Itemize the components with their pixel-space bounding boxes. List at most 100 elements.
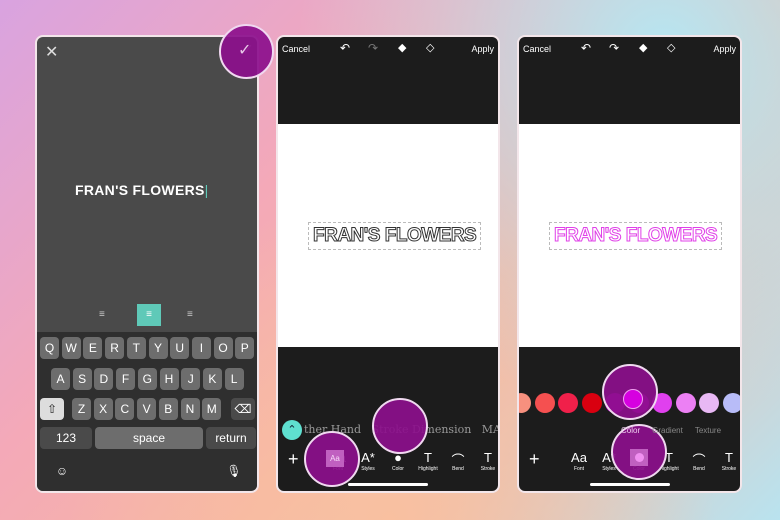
cancel-button[interactable]: Cancel bbox=[282, 44, 310, 54]
tool-label: Stroke bbox=[480, 466, 496, 472]
key-p[interactable]: P bbox=[235, 337, 255, 359]
key-j[interactable]: J bbox=[181, 368, 201, 390]
eraser-icon[interactable]: ◆ bbox=[639, 41, 647, 54]
color-tabs: Color Gradient Texture bbox=[621, 426, 740, 435]
undo-icon[interactable]: ↶ bbox=[581, 41, 591, 55]
key-d[interactable]: D bbox=[94, 368, 114, 390]
color-swatch[interactable] bbox=[519, 393, 531, 413]
font-icon-selected: Aa bbox=[326, 450, 344, 467]
tap-highlight bbox=[372, 398, 428, 454]
check-icon-highlighted: ✓ bbox=[238, 42, 252, 59]
key-n[interactable]: N bbox=[180, 398, 200, 420]
cancel-button[interactable]: Cancel bbox=[523, 44, 551, 54]
key-x[interactable]: X bbox=[93, 398, 113, 420]
backspace-key[interactable]: ⌫ bbox=[231, 398, 255, 420]
align-right-icon[interactable]: ≡ bbox=[187, 309, 193, 320]
text-entry-screen: ✕ ✓ FRAN'S FLOWERS| ≡ ≡ ≡ QWERTYUIOPASDF… bbox=[35, 35, 259, 493]
selected-swatch bbox=[623, 389, 643, 409]
layers-icon[interactable]: ◇ bbox=[426, 41, 434, 54]
key-q[interactable]: Q bbox=[40, 337, 59, 359]
align-center-icon[interactable]: ≡ bbox=[137, 304, 161, 326]
tool-label: Bend bbox=[452, 466, 464, 472]
key-f[interactable]: F bbox=[116, 368, 136, 390]
bend-icon: ⌒ bbox=[451, 453, 465, 468]
text-layer[interactable]: FRAN'S FLOWERS bbox=[549, 222, 723, 250]
text-value: FRAN'S FLOWERS bbox=[75, 182, 205, 198]
key-a[interactable]: A bbox=[51, 368, 70, 390]
key-i[interactable]: I bbox=[191, 337, 211, 359]
shift-key[interactable]: ⇧ bbox=[40, 398, 64, 420]
canvas[interactable]: FRAN'S FLOWERS bbox=[278, 124, 498, 347]
key-t[interactable]: T bbox=[126, 337, 146, 359]
tool-bend[interactable]: ⌒ Bend bbox=[443, 450, 473, 472]
space-key[interactable]: space bbox=[95, 427, 203, 449]
font-icon: Aa bbox=[571, 450, 587, 465]
color-swatch[interactable] bbox=[534, 393, 555, 413]
bend-icon: ⌒ bbox=[692, 453, 706, 468]
stroke-icon: T bbox=[484, 450, 492, 465]
font-option[interactable]: MAIIWS bbox=[482, 423, 498, 436]
tool-highlight[interactable]: T Highlight bbox=[413, 450, 443, 472]
tool-label: Highlight bbox=[418, 466, 438, 472]
text-layer[interactable]: FRAN'S FLOWERS bbox=[308, 222, 482, 250]
apply-button[interactable]: Apply bbox=[713, 44, 736, 54]
key-r[interactable]: R bbox=[105, 337, 125, 359]
keyboard: Q W E R T Y U I O P A S D F G H J K L Z X C V B N M ⇧ ⌫ 123 space retu… bbox=[37, 332, 257, 491]
key-l[interactable]: L bbox=[224, 368, 244, 390]
add-icon[interactable]: + bbox=[529, 449, 540, 470]
color-swatch[interactable] bbox=[722, 393, 740, 413]
highlight-icon: T bbox=[424, 450, 432, 465]
redo-icon[interactable]: ↷ bbox=[609, 41, 619, 55]
undo-icon[interactable]: ↶ bbox=[340, 41, 350, 55]
color-swatch[interactable] bbox=[675, 393, 696, 413]
tab-gradient[interactable]: Gradient bbox=[652, 426, 683, 435]
tool-stroke[interactable]: T Stroke bbox=[714, 450, 740, 472]
microphone-icon[interactable]: 🎙 bbox=[223, 460, 245, 482]
tab-color[interactable]: Color bbox=[621, 426, 640, 435]
tool-label: Styles bbox=[361, 466, 375, 472]
tool-label: Bend bbox=[693, 466, 705, 472]
key-g[interactable]: G bbox=[137, 368, 157, 390]
key-w[interactable]: W bbox=[61, 337, 81, 359]
key-o[interactable]: O bbox=[213, 337, 233, 359]
add-icon[interactable]: + bbox=[288, 449, 299, 470]
tool-stroke[interactable]: T Stroke bbox=[473, 450, 498, 472]
numbers-key[interactable]: 123 bbox=[40, 427, 92, 449]
return-key[interactable]: return bbox=[206, 427, 256, 449]
key-s[interactable]: S bbox=[72, 368, 92, 390]
key-h[interactable]: H bbox=[159, 368, 179, 390]
emoji-icon[interactable]: ☺ bbox=[51, 460, 73, 482]
editor-color-screen: Cancel ↶ ↷ ◆ ◇ Apply FRAN'S FLOWERS Colo… bbox=[517, 35, 742, 493]
color-icon-selected bbox=[630, 449, 648, 466]
key-m[interactable]: M bbox=[202, 398, 222, 420]
key-u[interactable]: U bbox=[170, 337, 190, 359]
color-swatch[interactable] bbox=[558, 393, 578, 413]
eraser-icon[interactable]: ◆ bbox=[398, 41, 406, 54]
key-e[interactable]: E bbox=[83, 337, 103, 359]
home-indicator bbox=[348, 483, 428, 486]
tool-bend[interactable]: ⌒ Bend bbox=[684, 450, 714, 472]
tool-label: Styles bbox=[602, 466, 616, 472]
color-swatch[interactable] bbox=[699, 393, 719, 413]
top-bar: Cancel ↶ ↷ ◆ ◇ Apply bbox=[519, 37, 740, 60]
redo-icon[interactable]: ↷ bbox=[368, 41, 378, 55]
tab-texture[interactable]: Texture bbox=[695, 426, 721, 435]
chevron-up-icon[interactable]: ⌃ bbox=[282, 420, 302, 440]
key-z[interactable]: Z bbox=[72, 398, 91, 420]
key-y[interactable]: Y bbox=[148, 337, 168, 359]
key-b[interactable]: B bbox=[158, 398, 178, 420]
stroke-icon: T bbox=[725, 450, 733, 465]
tool-font[interactable]: AaFont bbox=[564, 450, 594, 472]
tool-label: Stroke bbox=[721, 466, 737, 472]
canvas[interactable]: FRAN'S FLOWERS bbox=[519, 124, 740, 347]
color-swatch[interactable] bbox=[581, 393, 602, 413]
key-c[interactable]: C bbox=[115, 398, 135, 420]
align-left-icon[interactable]: ≡ bbox=[99, 309, 105, 320]
close-icon[interactable]: ✕ bbox=[45, 42, 58, 62]
apply-button[interactable]: Apply bbox=[471, 44, 494, 54]
key-v[interactable]: V bbox=[137, 398, 157, 420]
tool-label: Color bbox=[392, 466, 404, 472]
text-input[interactable]: FRAN'S FLOWERS| bbox=[75, 182, 209, 198]
key-k[interactable]: K bbox=[202, 368, 222, 390]
layers-icon[interactable]: ◇ bbox=[667, 41, 675, 54]
